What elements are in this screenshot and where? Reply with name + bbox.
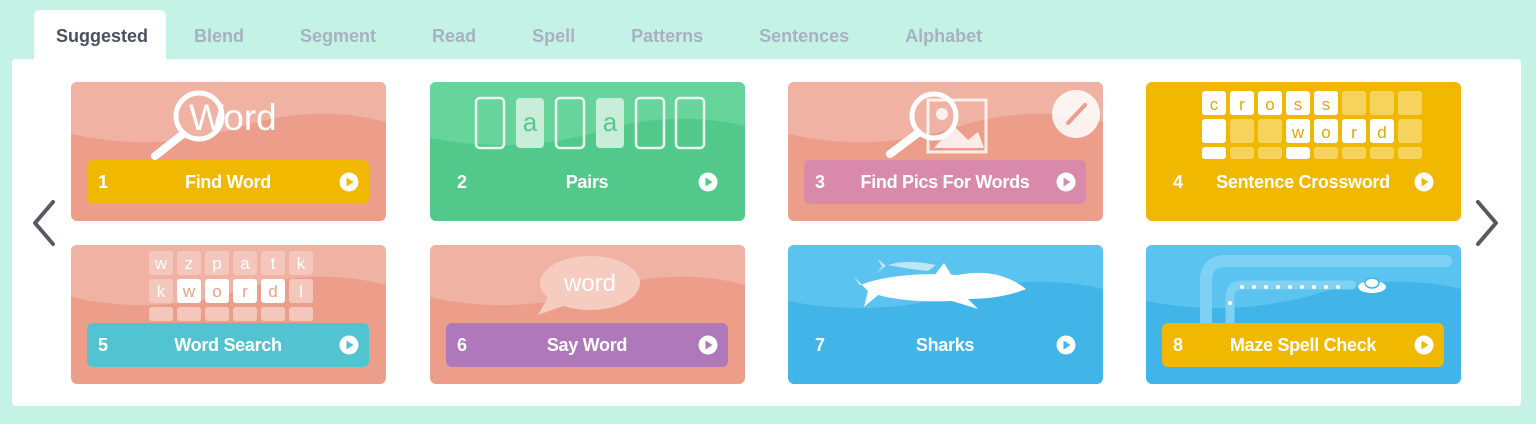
play-icon[interactable] [698, 172, 718, 192]
card-bar: 5 Word Search [87, 323, 369, 367]
activity-card-say-word[interactable]: word 6 Say Word [430, 245, 745, 384]
svg-text:o: o [212, 282, 221, 301]
play-icon[interactable] [1056, 172, 1076, 192]
activity-card-find-word[interactable]: Word 1 Find Word [71, 82, 386, 221]
svg-text:w: w [1291, 123, 1305, 142]
card-title: Sentence Crossword [1216, 172, 1390, 192]
tab-bar: Suggested Blend Segment Read Spell Patte… [34, 10, 1010, 60]
tab-read[interactable]: Read [404, 10, 504, 60]
card-title: Sharks [915, 335, 975, 355]
activity-card-find-pics-for-words[interactable]: 3 Find Pics For Words [788, 82, 1103, 221]
card-title: Maze Spell Check [1229, 335, 1377, 355]
svg-text:r: r [1239, 95, 1245, 114]
svg-text:r: r [242, 282, 248, 301]
card-title: Find Word [185, 172, 271, 192]
svg-text:r: r [1351, 123, 1357, 142]
play-icon[interactable] [1056, 335, 1076, 355]
svg-text:o: o [1265, 95, 1274, 114]
card-title: Say Word [546, 335, 628, 355]
play-icon[interactable] [1414, 335, 1434, 355]
play-icon[interactable] [339, 172, 359, 192]
card-bar: 6 Say Word [446, 323, 728, 367]
svg-text:k: k [157, 282, 166, 301]
tab-sentences[interactable]: Sentences [731, 10, 877, 60]
tab-suggested[interactable]: Suggested [34, 10, 166, 60]
art-letter: a [603, 107, 618, 137]
card-title: Word Search [174, 335, 282, 355]
card-title: Pairs [565, 172, 609, 192]
svg-text:k: k [297, 254, 306, 273]
tab-segment[interactable]: Segment [272, 10, 404, 60]
tab-patterns[interactable]: Patterns [603, 10, 731, 60]
chevron-right-icon [1476, 200, 1498, 246]
play-icon[interactable] [698, 335, 718, 355]
card-bar: 1 Find Word [87, 160, 369, 204]
chevron-left-icon [33, 200, 55, 246]
activity-card-sharks[interactable]: 7 Sharks [788, 245, 1103, 384]
card-bar: 3 Find Pics For Words [804, 160, 1086, 204]
svg-text:p: p [212, 254, 221, 273]
activity-card-pairs[interactable]: a a 2 Pairs [430, 82, 745, 221]
svg-text:a: a [240, 254, 250, 273]
svg-text:d: d [268, 282, 277, 301]
card-bar: 7 Sharks [804, 323, 1086, 367]
svg-text:w: w [182, 282, 196, 301]
tab-alphabet[interactable]: Alphabet [877, 10, 1010, 60]
svg-text:z: z [185, 254, 194, 273]
tab-spell[interactable]: Spell [504, 10, 603, 60]
activity-card-maze-spell-check[interactable]: 8 Maze Spell Check [1146, 245, 1461, 384]
card-title: Find Pics For Words [860, 172, 1030, 192]
play-icon[interactable] [339, 335, 359, 355]
card-bar: 8 Maze Spell Check [1162, 323, 1444, 367]
art-word-text: Word [189, 97, 277, 138]
svg-text:c: c [1210, 95, 1219, 114]
svg-text:s: s [1294, 95, 1303, 114]
svg-text:o: o [1321, 123, 1330, 142]
svg-text:w: w [154, 254, 168, 273]
activity-card-sentence-crossword[interactable]: c r o s s w o r d 4 Sentence Crossword [1146, 82, 1461, 221]
card-bar: 2 Pairs [446, 160, 728, 204]
activity-card-word-search[interactable]: wzp atk kl word 5 Word Search [71, 245, 386, 384]
svg-text:s: s [1322, 95, 1331, 114]
prev-page-button[interactable] [29, 196, 59, 250]
tab-blend[interactable]: Blend [166, 10, 272, 60]
play-icon[interactable] [1414, 172, 1434, 192]
svg-text:d: d [1377, 123, 1386, 142]
art-word-text: word [563, 270, 616, 297]
art-letter: a [523, 107, 538, 137]
svg-text:t: t [271, 254, 276, 273]
svg-text:l: l [299, 282, 303, 301]
card-bar: 4 Sentence Crossword [1162, 160, 1444, 204]
next-page-button[interactable] [1472, 196, 1502, 250]
